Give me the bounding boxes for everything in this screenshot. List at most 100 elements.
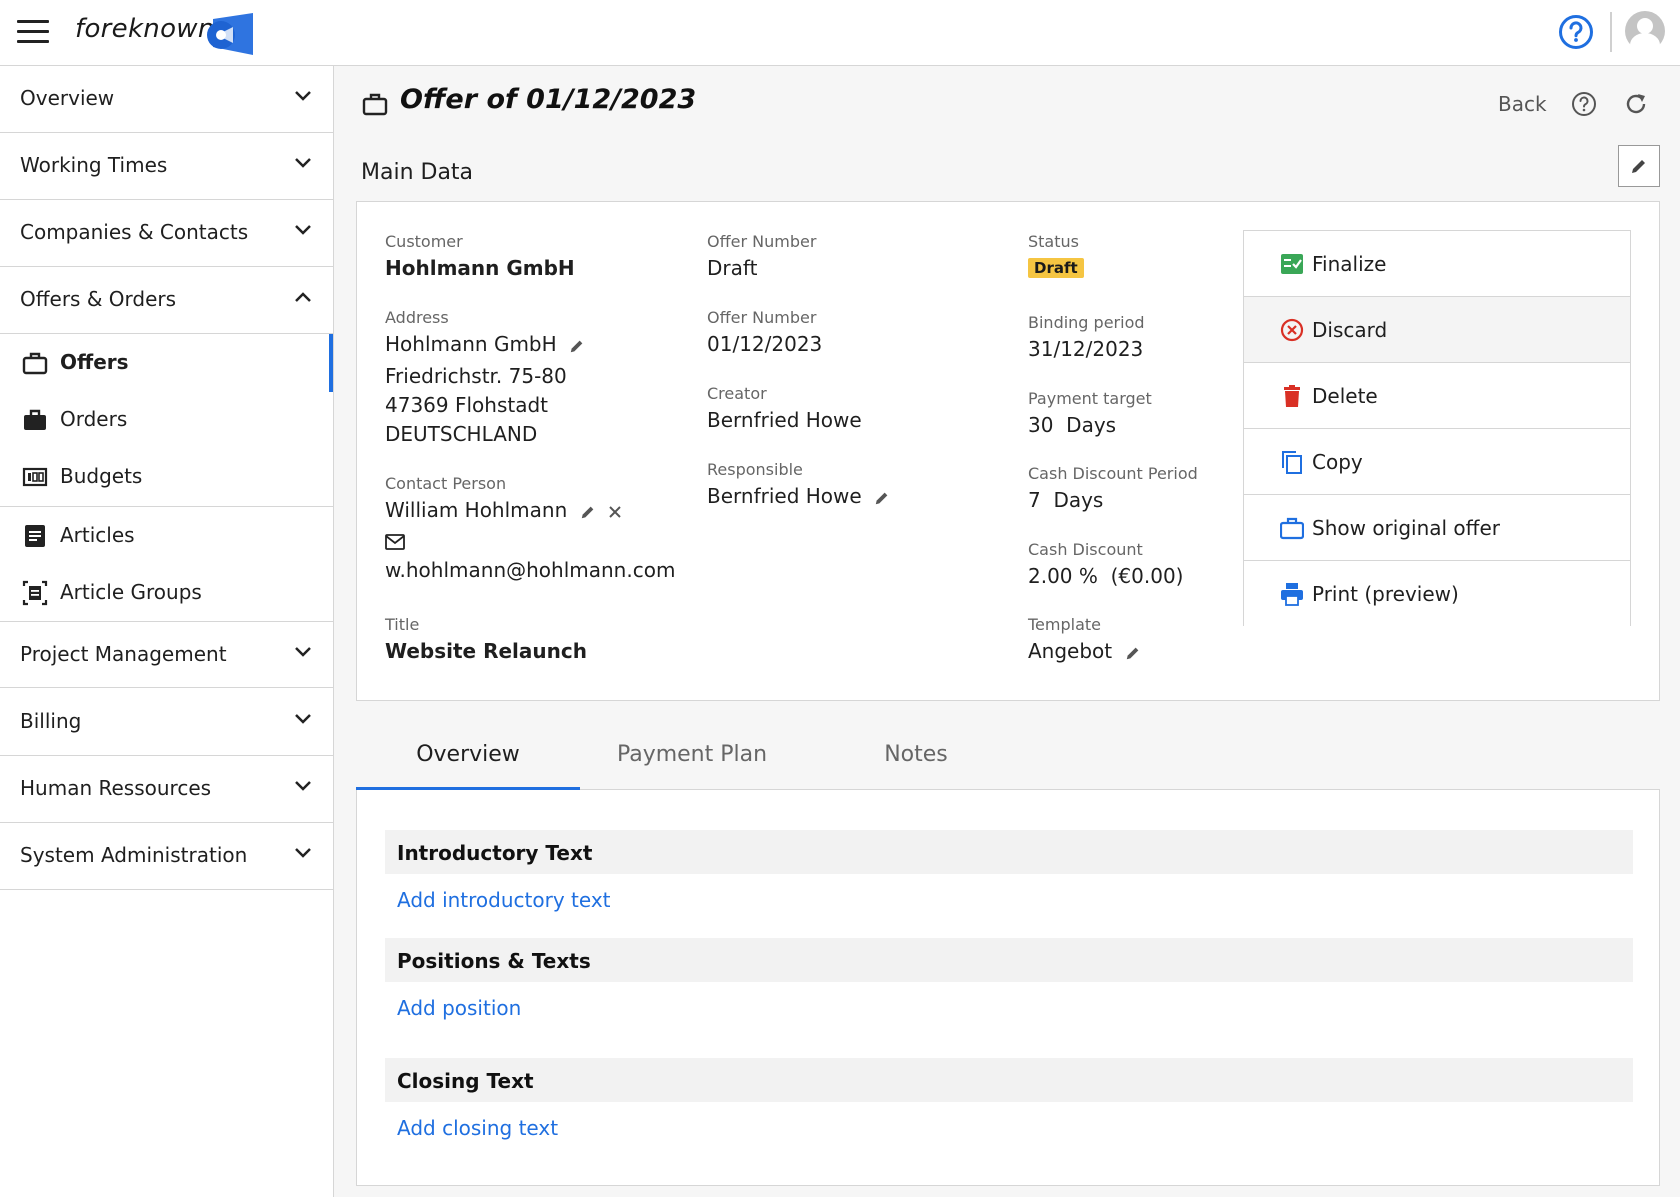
- article-icon: [25, 525, 45, 547]
- nav-group-label: Project Management: [20, 642, 227, 666]
- address-street: Friedrichstr. 75-80: [385, 364, 567, 388]
- copy-button[interactable]: Copy: [1244, 429, 1630, 495]
- creator-value: Bernfried Howe: [707, 408, 862, 432]
- nav-group-label: Companies & Contacts: [20, 220, 249, 244]
- sidebar-item-label: Articles: [60, 523, 135, 547]
- contact-email[interactable]: w.hohlmann@hohlmann.com: [385, 558, 675, 582]
- responsible-value: Bernfried Howe: [707, 484, 890, 508]
- discard-icon: [1280, 318, 1304, 342]
- cash-discount-period-value: 7 Days: [1028, 488, 1104, 512]
- sidebar-item-label: Budgets: [60, 464, 143, 488]
- delete-button[interactable]: Delete: [1244, 363, 1630, 429]
- tab-payment-plan[interactable]: Payment Plan: [580, 730, 804, 790]
- sidebar-item-article-groups[interactable]: Article Groups: [0, 564, 333, 620]
- nav-group-human-ressources[interactable]: Human Ressources: [0, 756, 333, 823]
- customer-value[interactable]: Hohlmann GmbH: [385, 256, 575, 280]
- sidebar-item-orders[interactable]: Orders: [0, 391, 333, 447]
- divider: [1610, 12, 1612, 52]
- nav-group-companies-contacts[interactable]: Companies & Contacts: [0, 200, 333, 267]
- chevron-down-icon: [295, 91, 311, 101]
- action-list: Finalize Discard Delete Copy Show origin…: [1243, 230, 1631, 627]
- help-icon[interactable]: [1571, 91, 1597, 117]
- print-preview-button[interactable]: Print (preview): [1244, 561, 1630, 627]
- payment-target-label: Payment target: [1028, 389, 1152, 408]
- sidebar-item-label: Orders: [60, 407, 128, 431]
- sidebar-item-offers[interactable]: Offers: [0, 334, 333, 390]
- nav-group-offers-orders[interactable]: Offers & Orders: [0, 267, 333, 334]
- help-icon[interactable]: [1558, 14, 1594, 50]
- closing-text-header: Closing Text: [385, 1058, 1633, 1102]
- chevron-down-icon: [295, 225, 311, 235]
- pencil-icon: [1632, 160, 1645, 173]
- chevron-down-icon: [295, 714, 311, 724]
- offer-number-label: Offer Number: [707, 232, 817, 251]
- tab-bar: Overview Payment Plan Notes: [356, 730, 1660, 790]
- creator-label: Creator: [707, 384, 767, 403]
- nav-group-label: System Administration: [20, 843, 248, 867]
- section-heading: Introductory Text: [397, 841, 593, 865]
- tab-overview[interactable]: Overview: [356, 730, 580, 790]
- refresh-icon[interactable]: [1623, 91, 1649, 117]
- briefcase-outline-icon: [22, 352, 48, 375]
- nav-group-overview[interactable]: Overview: [0, 66, 333, 133]
- section-heading: Closing Text: [397, 1069, 534, 1093]
- cash-discount-label: Cash Discount: [1028, 540, 1143, 559]
- trash-icon: [1284, 385, 1300, 407]
- action-label: Finalize: [1312, 252, 1387, 276]
- finalize-icon: [1281, 254, 1303, 274]
- action-label: Copy: [1312, 450, 1363, 474]
- status-badge: Draft: [1028, 258, 1084, 278]
- finalize-button[interactable]: Finalize: [1244, 231, 1630, 297]
- nav-group-label: Human Ressources: [20, 776, 212, 800]
- pencil-icon[interactable]: [874, 490, 890, 506]
- back-button[interactable]: Back: [1498, 92, 1547, 116]
- user-avatar-icon[interactable]: [1624, 10, 1666, 52]
- menu-icon[interactable]: [17, 20, 49, 44]
- add-position-link[interactable]: Add position: [397, 996, 521, 1020]
- contact-person: William Hohlmann: [385, 498, 622, 522]
- pencil-icon[interactable]: [580, 504, 596, 520]
- briefcase-outline-icon: [1280, 517, 1304, 540]
- template-value: Angebot: [1028, 639, 1141, 663]
- sidebar-item-label: Offers: [60, 350, 129, 374]
- chevron-down-icon: [295, 781, 311, 791]
- cash-discount-value: 2.00 % (€0.00): [1028, 564, 1184, 588]
- binding-period-label: Binding period: [1028, 313, 1145, 332]
- budget-counter-icon: [22, 467, 48, 487]
- nav-group-system-administration[interactable]: System Administration: [0, 823, 333, 890]
- action-label: Discard: [1312, 318, 1388, 342]
- section-heading: Positions & Texts: [397, 949, 591, 973]
- sidebar-item-budgets[interactable]: Budgets: [0, 448, 333, 504]
- close-icon[interactable]: [608, 505, 622, 519]
- copy-icon: [1282, 451, 1302, 474]
- add-closing-text-link[interactable]: Add closing text: [397, 1116, 558, 1140]
- brand-logo-icon: [207, 13, 253, 55]
- address-country: DEUTSCHLAND: [385, 422, 538, 446]
- pencil-icon[interactable]: [1125, 645, 1141, 661]
- address-name: Hohlmann GmbH: [385, 332, 585, 356]
- add-introductory-text-link[interactable]: Add introductory text: [397, 888, 611, 912]
- responsible-name: Bernfried Howe: [707, 484, 862, 508]
- overview-panel: Introductory Text Add introductory text …: [356, 790, 1660, 1186]
- pencil-icon[interactable]: [569, 338, 585, 354]
- tab-notes[interactable]: Notes: [804, 730, 1028, 790]
- discard-button[interactable]: Discard: [1244, 297, 1630, 363]
- printer-icon: [1281, 583, 1303, 606]
- address-label: Address: [385, 308, 449, 327]
- address-name-text: Hohlmann GmbH: [385, 332, 557, 356]
- nav-group-project-management[interactable]: Project Management: [0, 621, 333, 688]
- cash-discount-period-label: Cash Discount Period: [1028, 464, 1198, 483]
- section-title: Main Data: [361, 160, 474, 185]
- sidebar: Overview Working Times Companies & Conta…: [0, 66, 334, 1197]
- brand-name: foreknown: [75, 14, 215, 44]
- contact-person-name[interactable]: William Hohlmann: [385, 498, 567, 522]
- sidebar-item-articles[interactable]: Articles: [0, 507, 333, 563]
- nav-group-billing[interactable]: Billing: [0, 689, 333, 756]
- nav-group-label: Billing: [20, 709, 82, 733]
- edit-button[interactable]: [1618, 145, 1660, 187]
- title-label: Title: [385, 615, 420, 634]
- chevron-down-icon: [295, 848, 311, 858]
- nav-group-working-times[interactable]: Working Times: [0, 133, 333, 200]
- template-name: Angebot: [1028, 639, 1113, 663]
- show-original-offer-button[interactable]: Show original offer: [1244, 495, 1630, 561]
